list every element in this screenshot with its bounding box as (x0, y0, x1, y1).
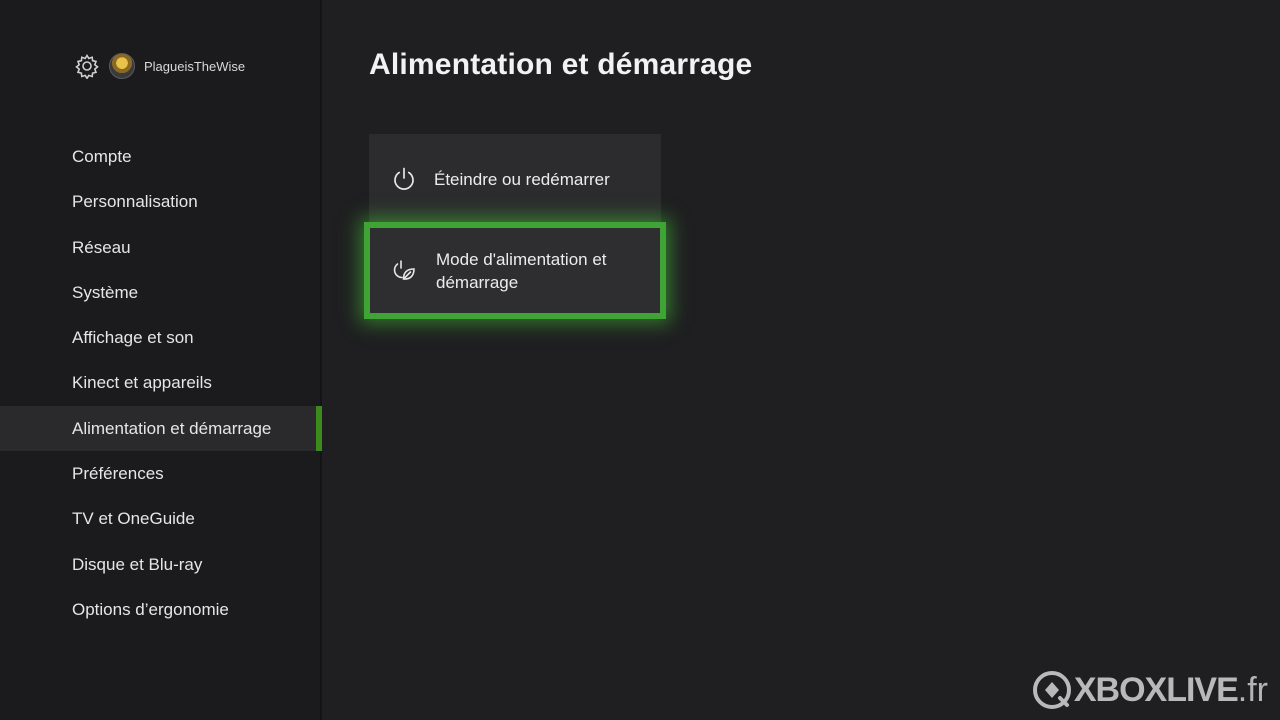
power-icon (394, 167, 414, 190)
page-title: Alimentation et démarrage (369, 48, 753, 81)
tile-label: Éteindre ou redémarrer (434, 169, 610, 189)
gamertag: PlagueisTheWise (144, 58, 246, 74)
sidebar-item-alimentation-et-demarrage[interactable]: Alimentation et démarrage (0, 405, 322, 452)
sidebar-item-options-ergonomie[interactable]: Options d’ergonomie (0, 587, 322, 632)
watermark-brand: XBOXLIVE (1073, 670, 1239, 709)
sidebar-item-kinect-et-appareils[interactable]: Kinect et appareils (0, 360, 322, 405)
sidebar-item-systeme[interactable]: Système (0, 270, 322, 315)
settings-nav: Compte Personnalisation Réseau Système A… (0, 134, 322, 632)
sidebar-item-compte[interactable]: Compte (0, 134, 322, 179)
shutdown-restart-tile[interactable]: Éteindre ou redémarrer (369, 134, 661, 224)
sidebar-item-reseau[interactable]: Réseau (0, 225, 322, 270)
sidebar-item-personnalisation[interactable]: Personnalisation (0, 179, 322, 224)
avatar[interactable] (109, 53, 135, 79)
gear-icon[interactable] (74, 53, 100, 79)
settings-sidebar: PlagueisTheWise Compte Personnalisation … (0, 0, 322, 720)
watermark-tld: .fr (1237, 670, 1268, 709)
tile-label: Mode d'alimentation et démarrage (436, 249, 607, 292)
watermark: XBOXLIVE .fr (1032, 670, 1268, 710)
sidebar-item-tv-et-oneguide[interactable]: TV et OneGuide (0, 496, 322, 541)
settings-screen: PlagueisTheWise Compte Personnalisation … (0, 0, 1280, 720)
user-header: PlagueisTheWise (74, 52, 245, 80)
sidebar-item-affichage-et-son[interactable]: Affichage et son (0, 315, 322, 360)
xboxlive-logo-icon (1032, 671, 1071, 709)
power-mode-leaf-icon (393, 259, 415, 280)
sidebar-item-preferences[interactable]: Préférences (0, 451, 322, 496)
power-mode-startup-tile[interactable]: Mode d'alimentation et démarrage (364, 222, 666, 319)
sidebar-item-disque-et-blu-ray[interactable]: Disque et Blu-ray (0, 542, 322, 587)
